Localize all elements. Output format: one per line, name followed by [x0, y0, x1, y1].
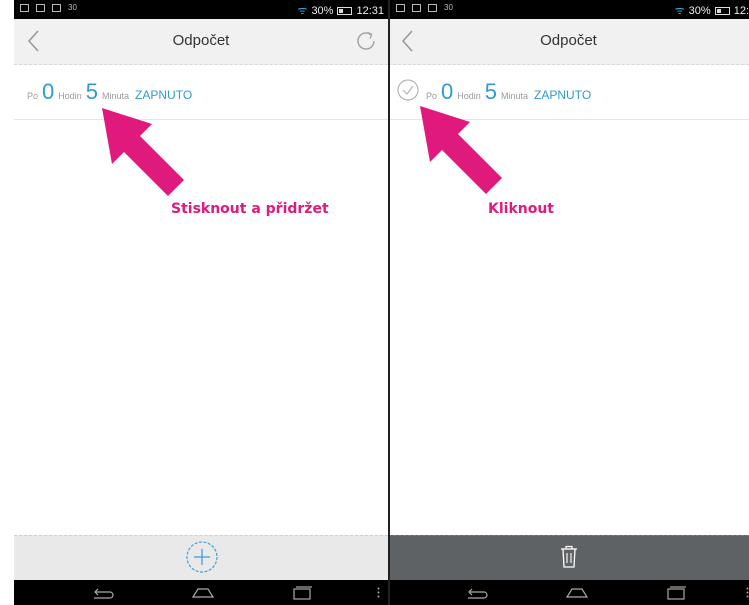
trash-icon[interactable]: [558, 544, 580, 570]
timer-minutes-label: Minuta: [102, 91, 130, 101]
timer-prefix: Po: [27, 91, 39, 101]
mail-icon: [428, 4, 437, 12]
pointer-arrow-icon: [102, 108, 184, 196]
timer-minutes: 5: [85, 79, 99, 104]
wifi-icon: ᯤ: [674, 5, 685, 17]
app-header: Odpočet: [388, 19, 749, 65]
status-bar: 30 ᯤ 30% 12:31: [14, 0, 388, 19]
page-title: Odpočet: [172, 32, 230, 49]
checkbox-icon[interactable]: [397, 79, 419, 101]
page-title: Odpočet: [540, 32, 597, 49]
left-screen: 30 ᯤ 30% 12:31 Odpočet Po 0 Hodin 5 Minu…: [14, 0, 388, 605]
timer-row[interactable]: Po 0 Hodin 5 Minuta ZAPNUTO: [14, 64, 388, 120]
image-icon: [36, 4, 45, 12]
timer-hours: 0: [42, 79, 55, 104]
mail-icon: [52, 4, 61, 12]
home-nav-icon[interactable]: [565, 584, 589, 601]
system-nav-bar: [388, 580, 749, 605]
system-nav-bar: [14, 580, 388, 605]
home-nav-icon[interactable]: [191, 584, 215, 601]
notification-icon: [396, 4, 405, 12]
recents-nav-icon[interactable]: [290, 584, 314, 601]
back-nav-icon[interactable]: [464, 584, 488, 601]
wifi-icon: ᯤ: [297, 5, 308, 17]
clock: 12:: [733, 4, 749, 17]
timer-hours: 0: [441, 79, 454, 104]
bottom-toolbar: [388, 535, 749, 581]
battery-percent: 30%: [311, 4, 334, 17]
timer-state[interactable]: ZAPNUTO: [534, 88, 591, 102]
refresh-icon[interactable]: [354, 29, 378, 53]
battery-icon: [337, 6, 353, 15]
screen-divider: [388, 0, 390, 605]
menu-dots-icon[interactable]: [377, 587, 380, 598]
battery-icon: [714, 6, 730, 15]
bottom-toolbar: [14, 535, 388, 581]
timer-prefix: Po: [426, 91, 438, 101]
recents-nav-icon[interactable]: [664, 584, 688, 601]
back-nav-icon[interactable]: [90, 584, 114, 601]
app-header: Odpočet: [14, 19, 388, 65]
annotation-label: Stisknout a přidržet: [171, 201, 329, 217]
status-badge: 30: [444, 3, 453, 12]
battery-percent: 30%: [688, 4, 711, 17]
status-badge: 30: [68, 3, 77, 12]
right-screen: 30 ᯤ 30% 12: Odpočet Po 0 Hodin 5 Minuta…: [388, 0, 749, 605]
image-icon: [412, 4, 421, 12]
timer-hours-label: Hodin: [457, 91, 481, 101]
clock: 12:31: [356, 4, 384, 17]
notification-icon: [20, 4, 29, 12]
timer-hours-label: Hodin: [58, 91, 82, 101]
add-timer-icon[interactable]: [185, 540, 219, 574]
timer-minutes: 5: [484, 79, 498, 104]
pointer-arrow-icon: [420, 106, 502, 194]
status-bar: 30 ᯤ 30% 12:: [388, 0, 749, 19]
annotation-label: Kliknout: [488, 201, 555, 217]
timer-state[interactable]: ZAPNUTO: [135, 88, 192, 102]
timer-minutes-label: Minuta: [501, 91, 529, 101]
